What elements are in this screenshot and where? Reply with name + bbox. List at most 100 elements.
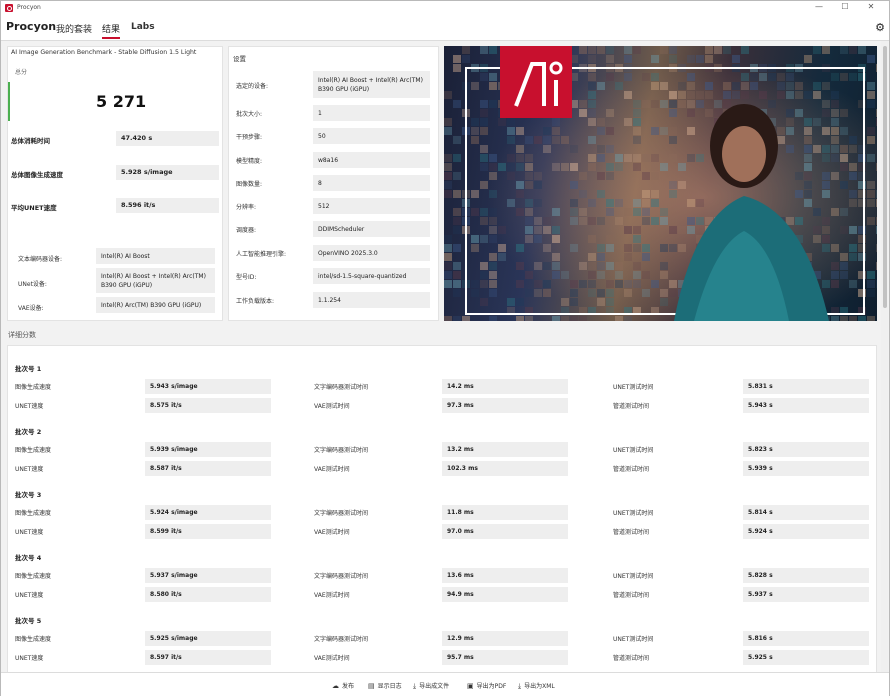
mosaic-pixel [777, 73, 785, 81]
mosaic-pixel [642, 154, 650, 162]
mosaic-pixel [822, 82, 830, 90]
metric-label: 文字编码器测试时间 [314, 636, 369, 643]
mosaic-pixel [489, 253, 497, 261]
mosaic-pixel [543, 244, 551, 252]
mosaic-pixel [804, 136, 812, 144]
mosaic-pixel [633, 163, 641, 171]
mosaic-pixel [804, 190, 812, 198]
mosaic-pixel [840, 163, 848, 171]
mosaic-pixel [453, 244, 461, 252]
mosaic-pixel [660, 289, 668, 297]
mosaic-pixel [624, 46, 632, 54]
tab-results[interactable]: 结果 [102, 22, 121, 39]
device-value: Intel(R) AI Boost + Intel(R) Arc(TM) B39… [96, 268, 215, 293]
mosaic-pixel [696, 154, 704, 162]
scrollbar-thumb[interactable] [883, 46, 887, 308]
mosaic-pixel [750, 82, 758, 90]
mosaic-pixel [606, 235, 614, 243]
mosaic-pixel [471, 127, 479, 135]
metric-label: 管道测试时间 [613, 466, 650, 473]
metric-label: 管道测试时间 [613, 403, 650, 410]
minimize-button[interactable]: — [807, 1, 831, 14]
mosaic-pixel [723, 91, 731, 99]
mosaic-pixel [786, 127, 794, 135]
mosaic-pixel [624, 55, 632, 63]
mosaic-pixel [597, 172, 605, 180]
mosaic-pixel [489, 217, 497, 225]
mosaic-pixel [453, 64, 461, 72]
metric-value: 5.939 s/image [145, 442, 271, 457]
benchmark-name: AI Image Generation Benchmark - Stable D… [11, 49, 197, 56]
publish-button[interactable]: ☁ 发布 [332, 681, 354, 690]
metric-label: 平均UNET速度 [11, 204, 57, 212]
device-value: Intel(R) Arc(TM) B390 GPU (iGPU) [96, 297, 215, 313]
mosaic-pixel [867, 154, 875, 162]
metric-value: 5.943 s [743, 398, 869, 413]
gear-icon[interactable]: ⚙ [875, 21, 885, 34]
setting-label: 分辨率: [236, 204, 257, 211]
mosaic-pixel [597, 253, 605, 261]
mosaic-pixel [804, 199, 812, 207]
detailed-scores-title: 详细分数 [8, 331, 36, 339]
mosaic-pixel [624, 316, 632, 321]
mosaic-pixel [606, 280, 614, 288]
mosaic-pixel [633, 154, 641, 162]
mosaic-pixel [840, 262, 848, 270]
mosaic-pixel [570, 145, 578, 153]
tab-labs[interactable]: Labs [131, 22, 155, 32]
mosaic-pixel [570, 280, 578, 288]
mosaic-pixel [489, 235, 497, 243]
maximize-button[interactable]: ☐ [833, 1, 857, 14]
close-button[interactable]: ✕ [859, 1, 883, 14]
mosaic-pixel [633, 208, 641, 216]
metric-value: 5.828 s [743, 568, 869, 583]
mosaic-pixel [669, 109, 677, 117]
device-label: 文本编码器设备: [18, 256, 63, 263]
setting-value: OpenVINO 2025.3.0 [313, 245, 430, 261]
mosaic-pixel [705, 82, 713, 90]
mosaic-pixel [561, 271, 569, 279]
mosaic-pixel [453, 190, 461, 198]
mosaic-pixel [489, 289, 497, 297]
mosaic-pixel [579, 172, 587, 180]
mosaic-pixel [570, 289, 578, 297]
tab-my-suites[interactable]: 我的套装 [56, 22, 92, 35]
mosaic-pixel [831, 145, 839, 153]
metric-value: 97.0 ms [442, 524, 568, 539]
mosaic-pixel [552, 262, 560, 270]
mosaic-pixel [444, 91, 452, 99]
metric-value: 5.925 s [743, 650, 869, 665]
metric-value: 13.2 ms [442, 442, 568, 457]
mosaic-pixel [588, 235, 596, 243]
mosaic-pixel [813, 226, 821, 234]
mosaic-pixel [669, 289, 677, 297]
app-logo-icon [5, 3, 13, 12]
metric-value: 102.3 ms [442, 461, 568, 476]
batch-title: 批次号 3 [15, 491, 42, 499]
mosaic-pixel [597, 289, 605, 297]
mosaic-pixel [840, 145, 848, 153]
metric-label: 管道测试时间 [613, 655, 650, 662]
setting-label: 型号ID: [236, 274, 257, 281]
mosaic-pixel [804, 118, 812, 126]
mosaic-pixel [723, 100, 731, 108]
mosaic-pixel [552, 118, 560, 126]
export-file-button[interactable]: ⤓ 导出成文件 [413, 681, 449, 691]
mosaic-pixel [570, 244, 578, 252]
show-log-button[interactable]: ▤ 显示日志 [368, 681, 402, 690]
mosaic-pixel [534, 289, 542, 297]
mosaic-pixel [633, 280, 641, 288]
mosaic-pixel [768, 73, 776, 81]
export-pdf-button[interactable]: ▣ 导出为PDF [467, 681, 506, 690]
mosaic-pixel [642, 172, 650, 180]
mosaic-pixel [615, 280, 623, 288]
mosaic-pixel [786, 91, 794, 99]
mosaic-pixel [471, 208, 479, 216]
mosaic-pixel [660, 46, 668, 54]
mosaic-pixel [444, 190, 452, 198]
mosaic-pixel [552, 136, 560, 144]
mosaic-pixel [507, 298, 515, 306]
mosaic-pixel [687, 199, 695, 207]
mosaic-pixel [507, 172, 515, 180]
export-xml-button[interactable]: ⤓ 导出为XML [518, 681, 555, 691]
